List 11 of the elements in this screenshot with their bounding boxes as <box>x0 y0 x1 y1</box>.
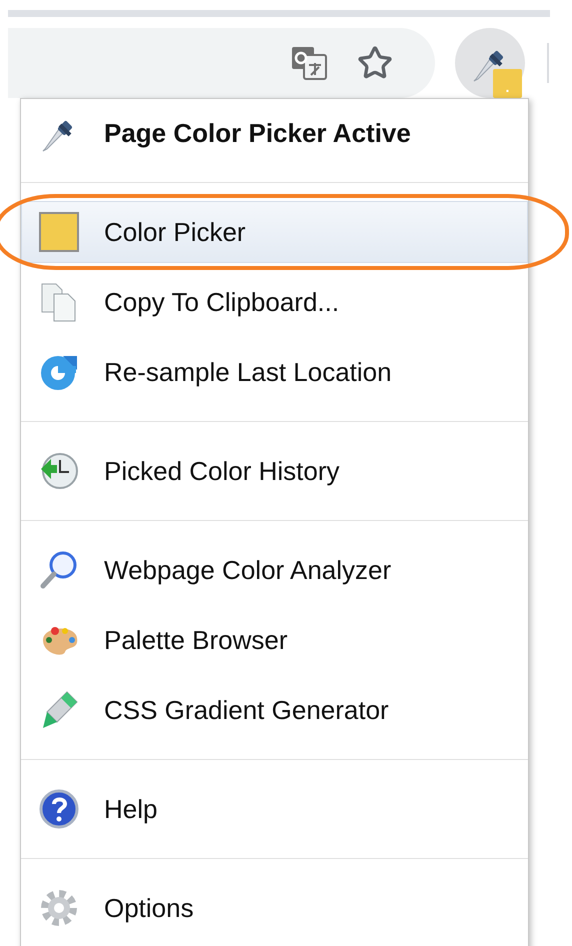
menu-item[interactable]: Re-sample Last Location <box>21 341 528 403</box>
extension-badge: . <box>493 69 522 98</box>
menu-item[interactable]: Webpage Color Analyzer <box>21 539 528 601</box>
menu-item[interactable]: Color Picker <box>21 201 528 263</box>
menu-item[interactable]: CSS Gradient Generator <box>21 679 528 741</box>
menu-item[interactable]: Help <box>21 778 528 840</box>
menu-item[interactable]: Palette Browser <box>21 609 528 671</box>
menu-item[interactable]: Options <box>21 877 528 939</box>
menu-item[interactable]: Copy To Clipboard... <box>21 271 528 333</box>
menu-header: Page Color Picker Active <box>104 118 411 148</box>
menu-item[interactable]: Picked Color History <box>21 440 528 502</box>
